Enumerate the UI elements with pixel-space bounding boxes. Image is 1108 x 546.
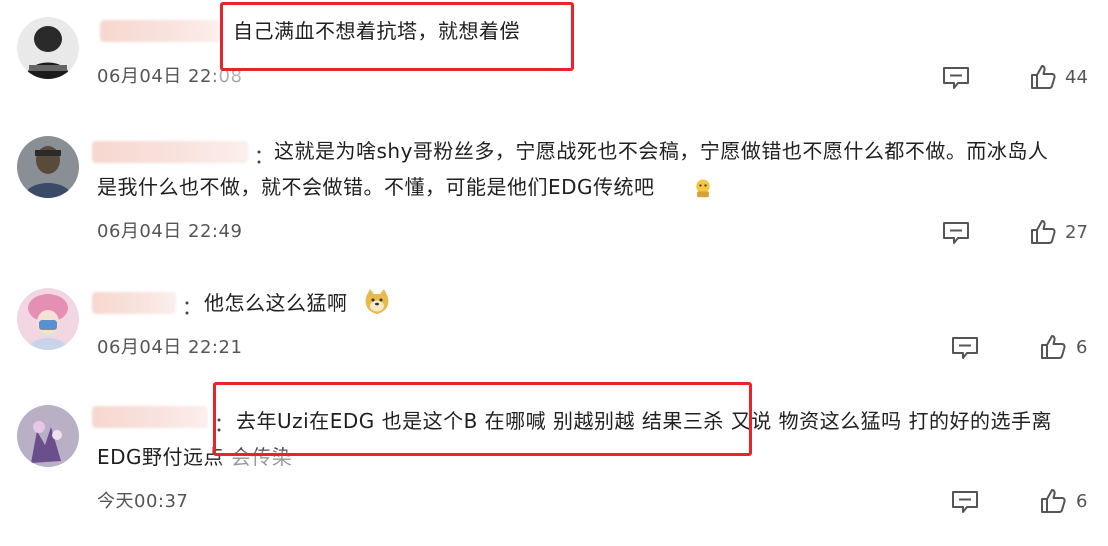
name-separator: ： xyxy=(254,144,274,168)
thumbs-up-icon[interactable] xyxy=(1030,219,1056,245)
thumbs-up-icon[interactable] xyxy=(1040,488,1066,514)
avatar[interactable] xyxy=(17,136,79,198)
like-count: 6 xyxy=(1076,337,1088,358)
comment-text: 他怎么这么猛啊 xyxy=(204,291,348,315)
comment-reply-icon[interactable] xyxy=(942,221,970,245)
comment-time: 06月04日 22:21 xyxy=(97,337,243,358)
comment-time: 06月04日 22:49 xyxy=(97,221,243,242)
comment-text: 是我什么也不做，就不会做错。不懂，可能是他们EDG传统吧 xyxy=(97,175,655,199)
emoji-icon xyxy=(696,179,710,198)
comment-item: 自己满血不想着抗塔，就想着偿 06月04日 22:08 44 xyxy=(0,0,1108,110)
comment-item: ： 他怎么这么猛啊 06月04日 22:21 6 xyxy=(0,270,1108,380)
avatar[interactable] xyxy=(17,17,79,79)
like-count: 6 xyxy=(1076,491,1088,512)
like-count: 44 xyxy=(1065,67,1088,88)
username-blurred[interactable] xyxy=(92,406,208,428)
comment-time: 今天00:37 xyxy=(97,491,189,512)
username-blurred[interactable] xyxy=(100,20,220,42)
highlight-box xyxy=(220,2,574,71)
comment-reply-icon[interactable] xyxy=(951,336,979,360)
highlight-box xyxy=(213,382,752,456)
avatar[interactable] xyxy=(17,288,79,350)
username-blurred[interactable] xyxy=(92,292,176,314)
doge-emoji-icon xyxy=(365,289,389,314)
comment-item: ： 去年Uzi在EDG 也是这个B 在哪喊 别越别越 结果三杀 又说 物资这么猛… xyxy=(0,380,1108,546)
comment-item: ： 这就是为啥shy哥粉丝多，宁愿战死也不会稿，宁愿做错也不愿什么都不做。而冰岛… xyxy=(0,110,1108,270)
comment-reply-icon[interactable] xyxy=(951,490,979,514)
comment-reply-icon[interactable] xyxy=(942,66,970,90)
avatar[interactable] xyxy=(17,405,79,467)
username-blurred[interactable] xyxy=(92,141,248,163)
comment-text: 这就是为啥shy哥粉丝多，宁愿战死也不会稿，宁愿做错也不愿什么都不做。而冰岛人 xyxy=(274,139,1049,163)
thumbs-up-icon[interactable] xyxy=(1040,334,1066,360)
thumbs-up-icon[interactable] xyxy=(1030,64,1056,90)
like-count: 27 xyxy=(1065,222,1088,243)
name-separator: ： xyxy=(182,295,202,319)
